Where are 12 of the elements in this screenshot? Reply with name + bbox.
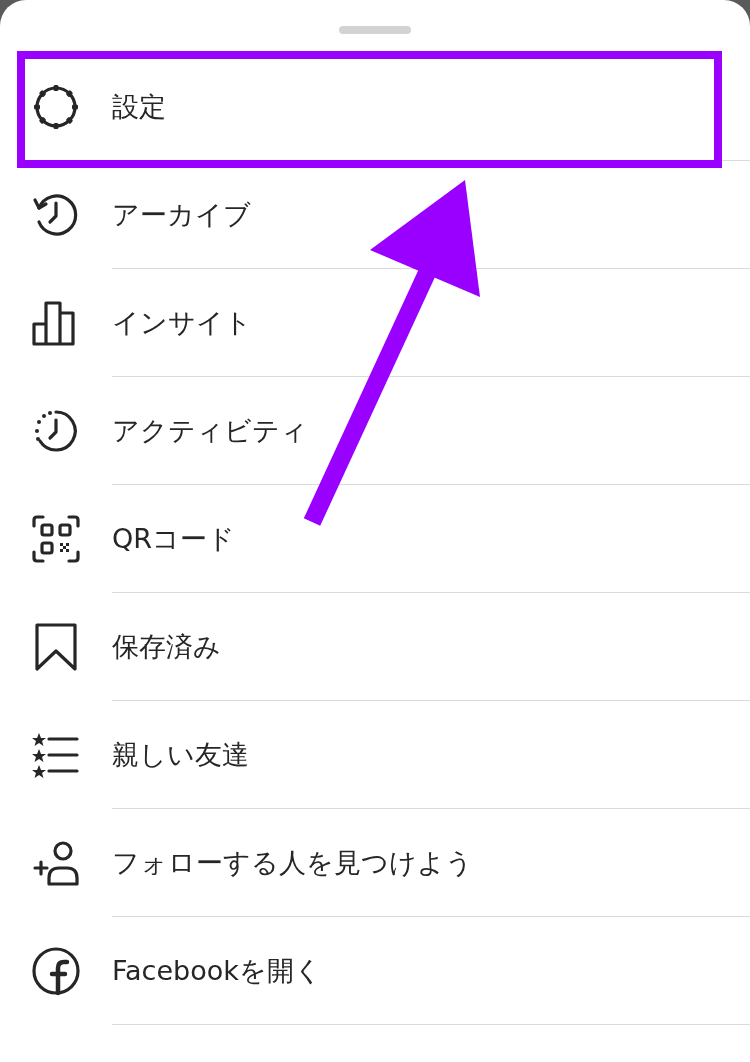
add-person-icon (31, 838, 81, 888)
menu-item[interactable]: 設定 (112, 53, 750, 161)
settings-icon (31, 82, 81, 132)
drag-handle[interactable] (339, 26, 411, 34)
qr-code-icon (31, 514, 81, 564)
menu-item[interactable]: 保存済み (112, 593, 750, 701)
menu-item[interactable]: Facebookを開く (112, 917, 750, 1025)
facebook-icon (31, 946, 81, 996)
menu-item[interactable]: アクティビティ (112, 377, 750, 485)
menu-item[interactable]: QRコード (112, 485, 750, 593)
menu-item[interactable]: 親しい友達 (112, 701, 750, 809)
menu-item[interactable]: フォローする人を見つけよう (112, 809, 750, 917)
